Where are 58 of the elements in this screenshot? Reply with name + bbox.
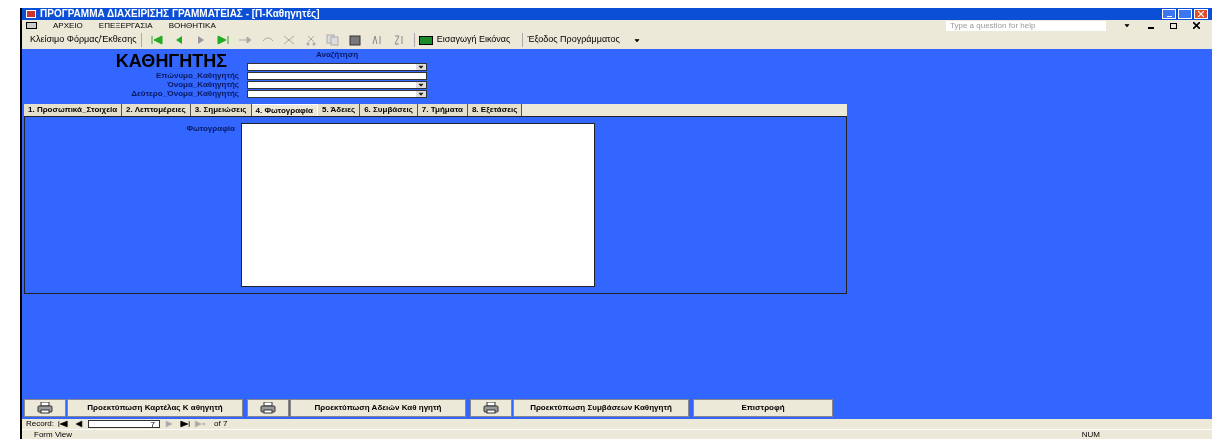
search-combo[interactable] (247, 63, 427, 71)
text-field[interactable] (247, 72, 427, 80)
dropdown-icon[interactable] (1122, 22, 1132, 29)
menu-item[interactable]: ΒΟΗΘΗΤΙΚΑ (168, 19, 216, 32)
tab[interactable]: 6. Συμβάσεις (360, 104, 418, 116)
field-label: Όνομα_Καθηγητής (167, 80, 239, 89)
dropdown-icon[interactable] (416, 91, 426, 97)
dropdown-icon[interactable] (631, 36, 642, 44)
search-label: Αναζήτηση (315, 51, 358, 59)
dropdown-icon[interactable] (416, 82, 426, 88)
last-record-button[interactable] (178, 420, 192, 428)
close-icon[interactable] (1193, 22, 1200, 29)
first-record-button[interactable] (56, 420, 70, 428)
record-count: of 7 (214, 418, 228, 430)
minimize-icon[interactable] (1148, 26, 1154, 29)
tab[interactable]: 8. Εξετάσεις (467, 104, 523, 116)
photo-label: Φωτογραφία (185, 123, 236, 135)
record-label: Record: (26, 418, 54, 430)
app-icon (26, 10, 36, 18)
field-label: Επώνυμο_Καθηγητής (156, 71, 239, 80)
paste-icon[interactable] (347, 34, 362, 46)
preview-button[interactable]: Προεκτύπωση Συμβάσεων Καθηγητή (513, 399, 689, 417)
num-lock-indicator: NUM (1081, 428, 1100, 439)
menu-item[interactable]: ΕΠΕΞΕΡΓΑΣΙΑ (98, 19, 153, 32)
insert-image-button[interactable]: Εισαγωγή Εικόνας (413, 33, 515, 47)
print-button[interactable] (24, 399, 66, 417)
close-form-button[interactable]: Κλείσιμο Φόρμας/Έκθεσης (26, 33, 142, 47)
combo-field[interactable] (247, 81, 427, 89)
tab[interactable]: 2. Λεπτομέρειες (122, 104, 191, 116)
tab[interactable]: 1. Προσωπικά_Στοιχεία (24, 104, 123, 116)
close-icon (1198, 11, 1204, 17)
view-mode: Form View (34, 428, 73, 439)
tab[interactable]: 3. Σημειώσεις (190, 104, 252, 116)
preview-button[interactable]: Προεκτύπωση Καρτέλας Κ αθηγητή (67, 399, 243, 417)
printer-icon (260, 402, 276, 414)
form-icon (26, 22, 37, 29)
record-number-field[interactable]: 7 (88, 420, 160, 428)
menu-item[interactable]: ΑΡΧΕΙΟ (53, 19, 83, 32)
tab[interactable]: 5. Άδειες (317, 104, 361, 116)
tab[interactable]: 4. Φωτογραφία (251, 104, 318, 116)
tab[interactable]: 7. Τμήματα (417, 104, 468, 116)
window-title: ΠΡΟΓΡΑΜΜΑ ΔΙΑΧΕΙΡΙΣΗΣ ΓΡΑΜΜΑΤΕΙΑΣ - [Π-Καθηγητές] (40, 9, 320, 19)
return-button[interactable]: Επιστροφή (693, 399, 833, 417)
close-button[interactable] (1194, 9, 1208, 19)
preview-button[interactable]: Προεκτύπωση Αδειών Καθ ηγητή (290, 399, 466, 417)
printer-icon (37, 402, 53, 414)
print-button[interactable] (470, 399, 512, 417)
restore-button[interactable] (1178, 9, 1192, 19)
print-button[interactable] (247, 399, 289, 417)
dropdown-icon[interactable] (416, 64, 426, 70)
field-label: Δεύτερο_Όνομα_Καθηγητής (131, 89, 239, 98)
printer-icon (483, 402, 499, 414)
exit-button[interactable]: Έξοδος Προγράμματος (522, 33, 624, 47)
restore-icon[interactable] (1170, 22, 1177, 29)
form-heading: ΚΑΘΗΓΗΤΗΣ (115, 51, 227, 71)
help-field[interactable]: Type a question for help (946, 20, 1106, 31)
combo-field[interactable] (247, 90, 427, 98)
minimize-button[interactable] (1162, 9, 1176, 19)
